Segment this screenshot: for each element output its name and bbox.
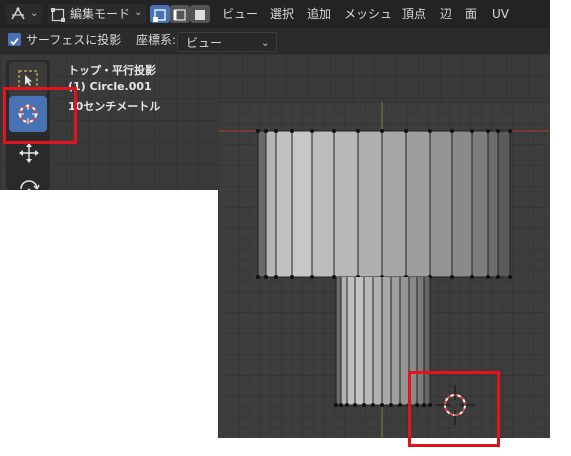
tool-rotate[interactable] — [9, 170, 47, 190]
menu-select[interactable]: 選択 — [270, 5, 294, 23]
edge-select-icon — [173, 7, 187, 26]
chevron-down-icon: ⌄ — [260, 36, 270, 49]
mode-label: 編集モード — [70, 7, 131, 21]
vertex-select-mode-button[interactable] — [150, 5, 170, 23]
coord-system-label: 座標系: — [136, 33, 177, 47]
menu-mesh[interactable]: メッシュ — [344, 5, 392, 23]
chevron-down-icon: ⌄ — [134, 7, 143, 18]
chevron-down-icon: ⌄ — [30, 8, 39, 19]
menu-view[interactable]: ビュー — [222, 5, 258, 23]
viewport-top-ortho[interactable] — [218, 102, 550, 438]
mesh-view — [218, 102, 550, 438]
coord-system-value: ビュー — [186, 36, 223, 50]
project-surface-label: サーフェスに投影 — [26, 33, 122, 47]
mode-selector[interactable]: 編集モード ⌄ — [48, 4, 146, 24]
move-icon — [18, 142, 40, 168]
face-select-mode-button[interactable] — [190, 5, 210, 23]
editor-type-icon — [10, 6, 26, 26]
upper-cylinder-mesh — [256, 129, 512, 279]
coord-system-select[interactable]: ビュー ⌄ — [177, 32, 277, 52]
header-bar: ⌄ 編集モード ⌄ ビュー 選択 追加 メッシュ 頂点 辺 面 UV — [0, 0, 550, 28]
edge-select-mode-button[interactable] — [170, 5, 190, 23]
editor-type-button[interactable]: ⌄ — [6, 4, 42, 24]
menu-uv[interactable]: UV — [492, 5, 509, 23]
cursor-highlight — [408, 371, 500, 447]
vertex-select-icon — [153, 7, 167, 26]
menu-face[interactable]: 面 — [465, 5, 477, 23]
menu-edge[interactable]: 辺 — [440, 5, 452, 23]
grid-scale-label: 10センチメートル — [68, 100, 161, 113]
menu-vertex[interactable]: 頂点 — [402, 5, 426, 23]
rotate-icon — [18, 176, 40, 190]
menu-add[interactable]: 追加 — [307, 5, 331, 23]
cursor-tool-highlight — [3, 87, 77, 144]
edit-mode-icon — [51, 7, 65, 26]
view-name: トップ・平行投影 — [68, 64, 156, 77]
project-checkbox[interactable] — [8, 33, 21, 46]
object-name: (1) Circle.001 — [68, 80, 152, 93]
face-select-icon — [193, 7, 207, 26]
